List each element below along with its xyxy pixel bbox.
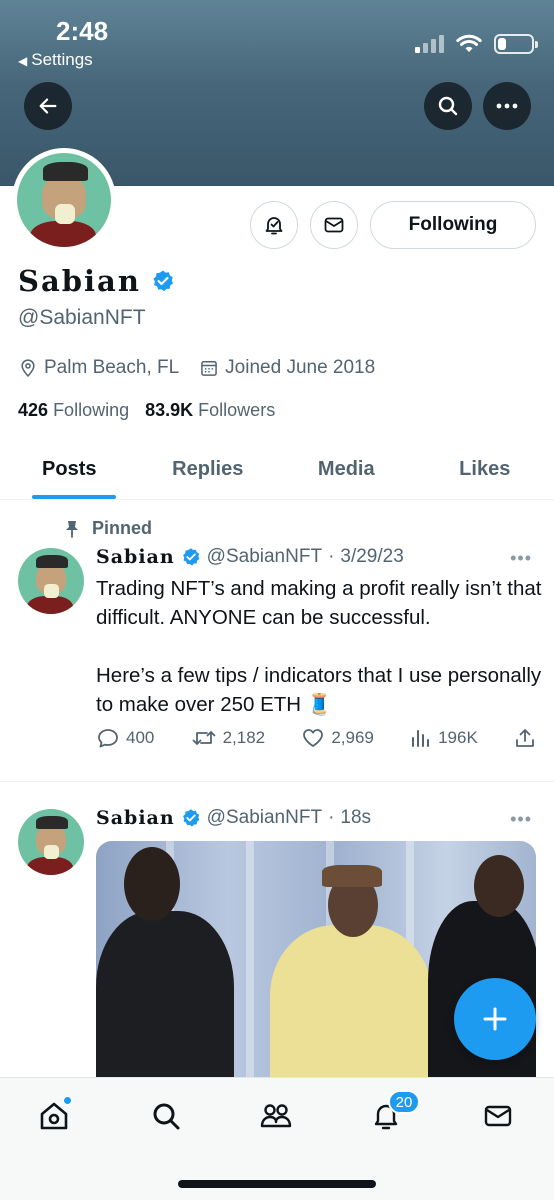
profile-joined: Joined June 2018 [225,357,376,378]
calendar-icon [201,361,218,376]
display-name-text: Sabian [18,264,141,298]
communities-icon [260,1104,292,1128]
plus-icon [483,1007,507,1031]
like-count: 2,969 [331,728,374,747]
ape-avatar-image [17,153,111,247]
tab-media[interactable]: Media [277,440,416,499]
nav-communities[interactable] [256,1096,296,1136]
verified-badge-icon [182,548,200,566]
tweet-time[interactable]: 18s [340,807,371,829]
ape-avatar-image [18,809,84,875]
profile-handle: @SabianNFT [18,306,146,329]
tweet-pinned[interactable]: Pinned Sabian @SabianNFT · 3/29/23 ••• Tra… [0,500,554,782]
retweet-count: 2,182 [222,728,266,747]
tweet-text-paragraph: Here’s a few tips / indicators that I us… [96,664,542,716]
verified-badge-icon [182,809,200,827]
reply-count: 400 [126,728,155,747]
ape-avatar-image [18,548,84,614]
tab-posts[interactable]: Posts [0,440,139,499]
tweet-time[interactable]: 3/29/23 [340,546,403,568]
profile-meta: Palm Beach, FL Joined June 2018 [18,357,395,379]
compose-tweet-button[interactable] [454,978,536,1060]
nav-notifications[interactable]: 20 [366,1090,420,1136]
reply-icon [98,729,118,748]
following-label: Following [53,400,130,420]
display-name: Sabian [18,264,175,298]
more-button[interactable] [483,82,531,130]
message-button[interactable] [310,201,358,249]
status-back-link[interactable]: ◀ Settings [18,50,93,70]
like-button[interactable]: 2,969 [301,726,374,750]
following-stat[interactable]: 426 Following [18,400,129,421]
cellular-signal-icon [415,35,444,53]
envelope-icon [324,217,344,233]
reply-button[interactable]: 400 [96,726,154,750]
bell-check-icon [265,217,283,235]
tab-replies[interactable]: Replies [139,440,278,499]
back-button[interactable] [24,82,72,130]
tweet-author-name[interactable]: Sabian [96,546,175,568]
arrow-left-icon [39,98,57,114]
follow-stats: 426 Following 83.9K Followers [18,400,275,421]
profile-avatar[interactable] [12,148,116,252]
profile-location: Palm Beach, FL [44,357,180,378]
notifications-count-badge: 20 [388,1090,420,1114]
tweet-author-handle[interactable]: @SabianNFT [207,807,322,829]
retweet-button[interactable]: 2,182 [191,726,266,750]
followers-count: 83.9K [145,400,194,420]
envelope-icon [484,1105,512,1127]
verified-badge-icon [153,270,173,292]
tweet-header: Sabian @SabianNFT · 18s [96,807,371,829]
tweet-separator: · [328,546,335,567]
pinned-indicator: Pinned [64,518,152,539]
tweet-header: Sabian @SabianNFT · 3/29/23 [96,546,404,568]
profile-tabs: Posts Replies Media Likes [0,440,554,500]
pinned-label: Pinned [92,518,153,538]
home-indicator[interactable] [178,1180,376,1188]
tweet-avatar[interactable] [18,809,84,875]
wifi-icon [456,34,482,52]
nav-search[interactable] [146,1096,186,1136]
back-triangle-icon: ◀ [18,54,28,68]
tweet-author-name[interactable]: Sabian [96,807,175,829]
share-icon [516,729,534,747]
followers-stat[interactable]: 83.9K Followers [145,400,275,421]
tab-likes[interactable]: Likes [416,440,554,499]
following-count: 426 [18,400,49,420]
search-button[interactable] [424,82,472,130]
status-back-label: Settings [31,50,93,69]
battery-icon [494,34,538,54]
views-button[interactable]: 196K [410,726,478,750]
tweet-actions: 400 2,182 2,969 196K [96,726,536,750]
views-chart-icon [412,730,430,747]
tweet-more-icon[interactable]: ••• [510,809,532,830]
more-icon [496,103,518,109]
tweet-avatar[interactable] [18,548,84,614]
location-pin-icon [21,359,35,377]
search-icon [438,96,458,116]
tweet-text-paragraph: Trading NFT’s and making a profit really… [96,577,542,629]
followers-label: Followers [198,400,276,420]
tweet-author-handle[interactable]: @SabianNFT [207,546,322,568]
following-button[interactable]: Following [370,201,536,249]
notifications-subscribe-button[interactable] [250,201,298,249]
search-icon [153,1103,180,1130]
home-unread-dot [63,1096,72,1105]
tweet-text: Trading NFT’s and making a profit really… [96,574,546,719]
nav-home[interactable] [34,1096,74,1136]
status-time: 2:48 [56,16,109,46]
status-icons [415,34,538,54]
heart-icon [303,729,324,747]
tweet-more-icon[interactable]: ••• [510,548,532,569]
views-count: 196K [438,728,478,747]
nav-messages[interactable] [478,1096,518,1136]
pin-icon [66,520,78,538]
retweet-icon [192,731,215,745]
tweet-separator: · [328,807,335,828]
tweet-media-image[interactable] [96,841,536,1101]
share-button[interactable] [514,726,536,750]
